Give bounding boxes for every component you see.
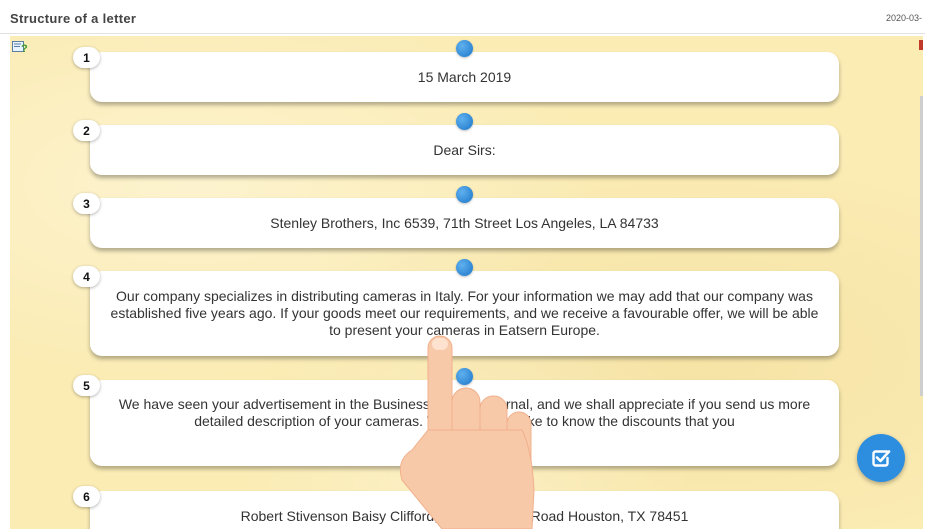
check-answer-button[interactable] <box>857 434 905 482</box>
order-number-badge: 1 <box>73 47 100 68</box>
svg-text:?: ? <box>21 43 28 54</box>
letter-part-card[interactable]: Dear Sirs: <box>90 113 839 175</box>
tap-hand-icon <box>399 335 535 529</box>
letter-part-text: 15 March 2019 <box>417 68 512 85</box>
letter-part-text: Dear Sirs: <box>433 141 496 158</box>
letter-part-text: Stenley Brothers, Inc 6539, 71th Street … <box>270 214 659 231</box>
top-bar: Structure of a letter 2020-03- <box>0 0 925 34</box>
order-number-badge: 5 <box>73 375 100 396</box>
help-icon[interactable]: ? <box>12 40 28 54</box>
order-number-badge: 3 <box>73 193 100 214</box>
check-icon <box>872 450 891 467</box>
page-title: Structure of a letter <box>10 11 137 26</box>
letter-part-card[interactable]: 15 March 2019 <box>90 40 839 102</box>
close-icon[interactable] <box>919 40 923 50</box>
order-number-badge: 2 <box>73 120 100 141</box>
letter-part-card[interactable]: Stenley Brothers, Inc 6539, 71th Street … <box>90 186 839 248</box>
order-number-badge: 4 <box>73 266 100 287</box>
date-label: 2020-03- <box>886 13 923 23</box>
scrollbar[interactable] <box>920 96 923 396</box>
order-number-badge: 6 <box>73 486 100 507</box>
